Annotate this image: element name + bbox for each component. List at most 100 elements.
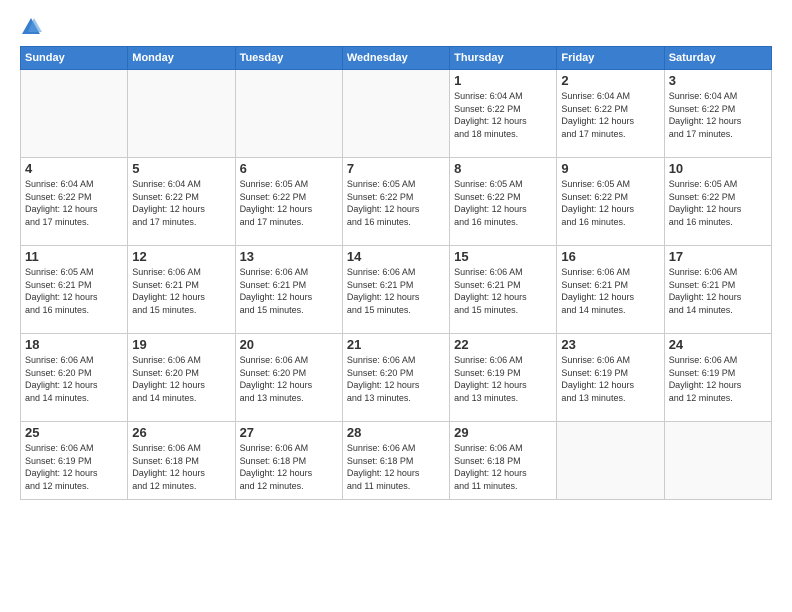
calendar-cell (21, 70, 128, 158)
calendar-cell: 26 Sunrise: 6:06 AM Sunset: 6:18 PM Dayli… (128, 422, 235, 500)
calendar-cell: 25Sunrise: 6:06 AM Sunset: 6:19 PM Dayli… (21, 422, 128, 500)
weekday-header-row: SundayMondayTuesdayWednesdayThursdayFrid… (21, 47, 772, 70)
calendar-cell (128, 70, 235, 158)
day-info: Sunrise: 6:06 AM Sunset: 6:19 PM Dayligh… (25, 442, 123, 492)
day-info: Sunrise: 6:06 AM Sunset: 6:21 PM Dayligh… (561, 266, 659, 316)
calendar-cell: 14Sunrise: 6:06 AM Sunset: 6:21 PM Dayli… (342, 246, 449, 334)
day-info: Sunrise: 6:05 AM Sunset: 6:22 PM Dayligh… (669, 178, 767, 228)
calendar-cell (664, 422, 771, 500)
calendar-cell: 19 Sunrise: 6:06 AM Sunset: 6:20 PM Dayli… (128, 334, 235, 422)
day-number: 22 (454, 337, 552, 352)
calendar-cell: 20 Sunrise: 6:06 AM Sunset: 6:20 PM Dayli… (235, 334, 342, 422)
day-info: Sunrise: 6:04 AM Sunset: 6:22 PM Dayligh… (561, 90, 659, 140)
calendar-cell: 2Sunrise: 6:04 AM Sunset: 6:22 PM Daylig… (557, 70, 664, 158)
calendar-cell: 11 Sunrise: 6:05 AM Sunset: 6:21 PM Dayli… (21, 246, 128, 334)
calendar-cell: 27 Sunrise: 6:06 AM Sunset: 6:18 PM Dayli… (235, 422, 342, 500)
day-number: 11 (25, 249, 123, 264)
day-number: 8 (454, 161, 552, 176)
week-row-4: 18 Sunrise: 6:06 AM Sunset: 6:20 PM Dayli… (21, 334, 772, 422)
day-info: Sunrise: 6:06 AM Sunset: 6:21 PM Dayligh… (454, 266, 552, 316)
day-info: Sunrise: 6:05 AM Sunset: 6:22 PM Dayligh… (240, 178, 338, 228)
calendar-cell: 23 Sunrise: 6:06 AM Sunset: 6:19 PM Dayli… (557, 334, 664, 422)
weekday-header-sunday: Sunday (21, 47, 128, 70)
day-info: Sunrise: 6:06 AM Sunset: 6:20 PM Dayligh… (132, 354, 230, 404)
day-info: Sunrise: 6:06 AM Sunset: 6:20 PM Dayligh… (25, 354, 123, 404)
day-info: Sunrise: 6:06 AM Sunset: 6:19 PM Dayligh… (454, 354, 552, 404)
day-info: Sunrise: 6:05 AM Sunset: 6:22 PM Dayligh… (347, 178, 445, 228)
day-number: 16 (561, 249, 659, 264)
day-number: 17 (669, 249, 767, 264)
calendar-cell: 7 Sunrise: 6:05 AM Sunset: 6:22 PM Daylig… (342, 158, 449, 246)
calendar-cell: 8 Sunrise: 6:05 AM Sunset: 6:22 PM Daylig… (450, 158, 557, 246)
day-info: Sunrise: 6:06 AM Sunset: 6:18 PM Dayligh… (347, 442, 445, 492)
week-row-1: 1 Sunrise: 6:04 AM Sunset: 6:22 PM Daylig… (21, 70, 772, 158)
calendar-cell: 12 Sunrise: 6:06 AM Sunset: 6:21 PM Dayli… (128, 246, 235, 334)
day-number: 27 (240, 425, 338, 440)
calendar-cell: 4 Sunrise: 6:04 AM Sunset: 6:22 PM Daylig… (21, 158, 128, 246)
calendar-table: SundayMondayTuesdayWednesdayThursdayFrid… (20, 46, 772, 500)
day-number: 12 (132, 249, 230, 264)
day-number: 19 (132, 337, 230, 352)
calendar-cell: 16 Sunrise: 6:06 AM Sunset: 6:21 PM Dayli… (557, 246, 664, 334)
day-info: Sunrise: 6:06 AM Sunset: 6:18 PM Dayligh… (240, 442, 338, 492)
day-number: 1 (454, 73, 552, 88)
calendar-cell: 29Sunrise: 6:06 AM Sunset: 6:18 PM Dayli… (450, 422, 557, 500)
day-info: Sunrise: 6:04 AM Sunset: 6:22 PM Dayligh… (669, 90, 767, 140)
day-number: 20 (240, 337, 338, 352)
day-info: Sunrise: 6:06 AM Sunset: 6:21 PM Dayligh… (240, 266, 338, 316)
calendar-cell (235, 70, 342, 158)
calendar-cell: 15 Sunrise: 6:06 AM Sunset: 6:21 PM Dayli… (450, 246, 557, 334)
weekday-header-friday: Friday (557, 47, 664, 70)
calendar-cell: 9 Sunrise: 6:05 AM Sunset: 6:22 PM Daylig… (557, 158, 664, 246)
day-info: Sunrise: 6:04 AM Sunset: 6:22 PM Dayligh… (25, 178, 123, 228)
day-number: 13 (240, 249, 338, 264)
day-number: 4 (25, 161, 123, 176)
calendar-cell (557, 422, 664, 500)
day-info: Sunrise: 6:06 AM Sunset: 6:19 PM Dayligh… (561, 354, 659, 404)
day-info: Sunrise: 6:06 AM Sunset: 6:18 PM Dayligh… (454, 442, 552, 492)
calendar-cell: 28 Sunrise: 6:06 AM Sunset: 6:18 PM Dayli… (342, 422, 449, 500)
weekday-header-monday: Monday (128, 47, 235, 70)
day-info: Sunrise: 6:04 AM Sunset: 6:22 PM Dayligh… (132, 178, 230, 228)
logo-icon (20, 16, 42, 38)
day-number: 3 (669, 73, 767, 88)
day-info: Sunrise: 6:06 AM Sunset: 6:19 PM Dayligh… (669, 354, 767, 404)
day-info: Sunrise: 6:06 AM Sunset: 6:18 PM Dayligh… (132, 442, 230, 492)
weekday-header-wednesday: Wednesday (342, 47, 449, 70)
week-row-5: 25Sunrise: 6:06 AM Sunset: 6:19 PM Dayli… (21, 422, 772, 500)
calendar-cell: 3 Sunrise: 6:04 AM Sunset: 6:22 PM Daylig… (664, 70, 771, 158)
day-number: 21 (347, 337, 445, 352)
day-number: 18 (25, 337, 123, 352)
calendar-cell: 6Sunrise: 6:05 AM Sunset: 6:22 PM Daylig… (235, 158, 342, 246)
week-row-3: 11 Sunrise: 6:05 AM Sunset: 6:21 PM Dayli… (21, 246, 772, 334)
calendar-cell: 21 Sunrise: 6:06 AM Sunset: 6:20 PM Dayli… (342, 334, 449, 422)
day-info: Sunrise: 6:06 AM Sunset: 6:21 PM Dayligh… (132, 266, 230, 316)
weekday-header-saturday: Saturday (664, 47, 771, 70)
day-number: 9 (561, 161, 659, 176)
day-info: Sunrise: 6:05 AM Sunset: 6:21 PM Dayligh… (25, 266, 123, 316)
day-info: Sunrise: 6:06 AM Sunset: 6:21 PM Dayligh… (347, 266, 445, 316)
weekday-header-tuesday: Tuesday (235, 47, 342, 70)
day-number: 5 (132, 161, 230, 176)
calendar-cell: 5 Sunrise: 6:04 AM Sunset: 6:22 PM Daylig… (128, 158, 235, 246)
day-info: Sunrise: 6:06 AM Sunset: 6:21 PM Dayligh… (669, 266, 767, 316)
day-info: Sunrise: 6:05 AM Sunset: 6:22 PM Dayligh… (561, 178, 659, 228)
day-info: Sunrise: 6:06 AM Sunset: 6:20 PM Dayligh… (347, 354, 445, 404)
calendar-cell: 1Sunrise: 6:04 AM Sunset: 6:22 PM Daylig… (450, 70, 557, 158)
day-number: 23 (561, 337, 659, 352)
day-number: 24 (669, 337, 767, 352)
day-info: Sunrise: 6:06 AM Sunset: 6:20 PM Dayligh… (240, 354, 338, 404)
day-number: 26 (132, 425, 230, 440)
calendar-cell: 17 Sunrise: 6:06 AM Sunset: 6:21 PM Dayli… (664, 246, 771, 334)
calendar-cell (342, 70, 449, 158)
day-number: 15 (454, 249, 552, 264)
calendar-cell: 24 Sunrise: 6:06 AM Sunset: 6:19 PM Dayli… (664, 334, 771, 422)
day-number: 28 (347, 425, 445, 440)
weekday-header-thursday: Thursday (450, 47, 557, 70)
page: SundayMondayTuesdayWednesdayThursdayFrid… (0, 0, 792, 612)
day-number: 7 (347, 161, 445, 176)
week-row-2: 4 Sunrise: 6:04 AM Sunset: 6:22 PM Daylig… (21, 158, 772, 246)
calendar-cell: 22 Sunrise: 6:06 AM Sunset: 6:19 PM Dayli… (450, 334, 557, 422)
header (20, 16, 772, 38)
day-info: Sunrise: 6:05 AM Sunset: 6:22 PM Dayligh… (454, 178, 552, 228)
